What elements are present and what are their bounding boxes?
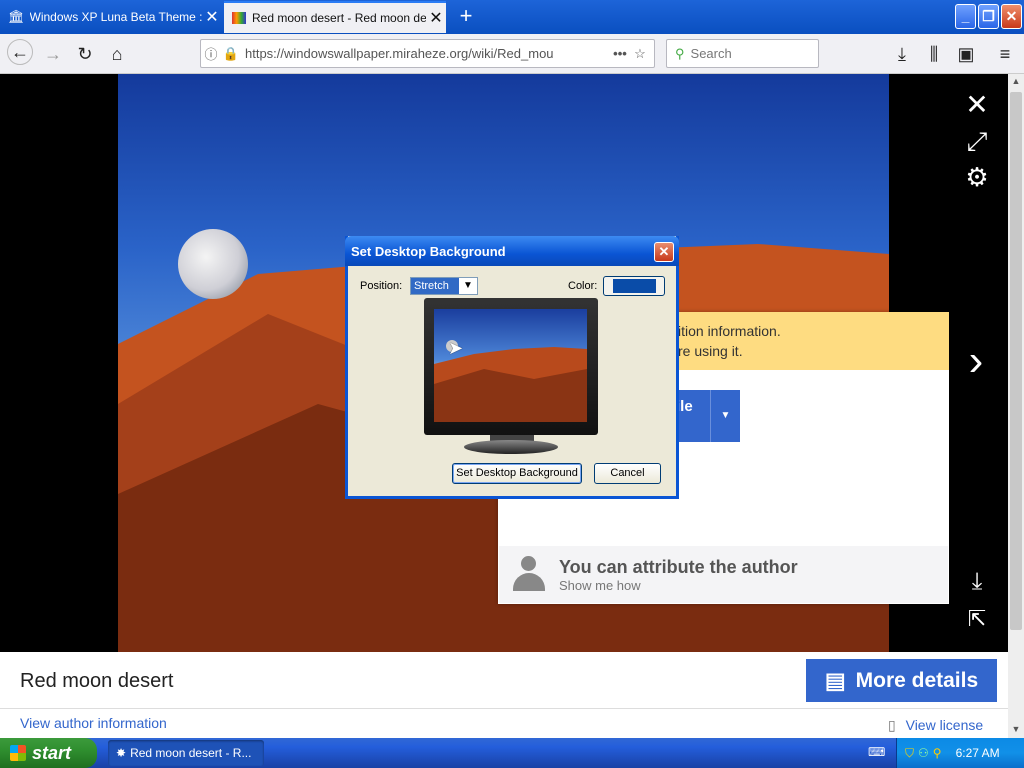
mouse-cursor-icon: ➤ bbox=[448, 338, 464, 358]
share-icon[interactable]: ⇱ bbox=[962, 606, 992, 632]
start-label: start bbox=[32, 742, 72, 763]
network-icon[interactable]: ⚇ bbox=[918, 746, 929, 760]
taskbar-window-button[interactable]: ✸ Red moon desert - R... bbox=[108, 740, 264, 766]
color-swatch bbox=[613, 279, 656, 293]
search-box[interactable]: ⚲ Search bbox=[666, 39, 819, 68]
start-button[interactable]: start bbox=[0, 738, 97, 768]
museum-icon: 🏛 bbox=[8, 9, 25, 24]
tab-label: Red moon desert - Red moon dese bbox=[252, 11, 426, 25]
license-label: View license bbox=[905, 717, 984, 733]
windows-logo-icon bbox=[10, 745, 26, 761]
document-icon: ▤ bbox=[824, 667, 846, 693]
home-icon[interactable]: ⌂ bbox=[104, 42, 130, 66]
more-details-button[interactable]: ▤ More details bbox=[806, 659, 997, 702]
fullscreen-icon[interactable]: ⤢ bbox=[962, 126, 992, 158]
lock-icon: 🔒 bbox=[222, 45, 240, 61]
cancel-button[interactable]: Cancel bbox=[594, 463, 661, 484]
monitor-base bbox=[464, 440, 558, 454]
scrollbar-thumb[interactable] bbox=[1010, 92, 1022, 630]
search-icon: ⚲ bbox=[675, 45, 685, 61]
menu-icon[interactable]: ≡ bbox=[992, 42, 1018, 66]
new-tab-icon[interactable]: + bbox=[454, 4, 478, 28]
close-viewer-icon[interactable]: ✕ bbox=[962, 88, 992, 121]
taskbar-window-label: Red moon desert - R... bbox=[130, 746, 252, 760]
dialog-title: Set Desktop Background bbox=[345, 236, 679, 266]
clock: 6:27 AM bbox=[955, 746, 1000, 760]
restore-button[interactable]: ❐ bbox=[978, 4, 999, 29]
preview-screen bbox=[434, 309, 587, 422]
bookmark-star-icon[interactable]: ☆ bbox=[630, 46, 650, 62]
tab-xp-luna[interactable]: 🏛 Windows XP Luna Beta Theme : M ✕ bbox=[0, 1, 222, 33]
tab-red-moon-desert[interactable]: Red moon desert - Red moon dese ✕ bbox=[224, 1, 446, 33]
attribution-title: You can attribute the author bbox=[559, 557, 798, 577]
close-icon[interactable]: ✕ bbox=[426, 8, 446, 28]
url-text[interactable]: https://windowswallpaper.miraheze.org/wi… bbox=[241, 46, 610, 61]
position-label: Position: bbox=[360, 280, 403, 292]
gear-icon[interactable]: ⚙ bbox=[962, 162, 992, 193]
scroll-down-icon[interactable]: ▼ bbox=[1010, 724, 1022, 734]
forward-icon[interactable]: → bbox=[40, 42, 66, 66]
reload-icon[interactable]: ↻ bbox=[72, 42, 98, 66]
download-icon[interactable]: ⤓ bbox=[889, 42, 915, 66]
back-icon[interactable]: ← bbox=[7, 39, 33, 65]
search-icon[interactable]: ⚲ bbox=[933, 746, 942, 760]
favicon-icon bbox=[232, 12, 246, 24]
keyboard-icon[interactable]: ⌨ bbox=[868, 745, 885, 759]
tab-label: Windows XP Luna Beta Theme : M bbox=[29, 10, 202, 24]
color-label: Color: bbox=[568, 280, 598, 292]
scroll-up-icon[interactable]: ▲ bbox=[1010, 76, 1022, 86]
license-link[interactable]: ▯ View license bbox=[888, 717, 983, 734]
divider bbox=[0, 708, 1008, 709]
notice-line: ition information. bbox=[678, 323, 781, 339]
dialog-close-button[interactable]: ✕ bbox=[654, 242, 674, 262]
library-icon[interactable]: ⫼ bbox=[921, 42, 947, 66]
author-link[interactable]: View author information bbox=[20, 715, 167, 731]
image-title: Red moon desert bbox=[20, 670, 174, 692]
info-icon[interactable]: ⓘ bbox=[201, 44, 221, 63]
system-tray: ⛉ ⚇ ⚲ 6:27 AM bbox=[896, 738, 1024, 768]
close-icon[interactable]: ✕ bbox=[202, 7, 222, 27]
license-icon: ▯ bbox=[888, 717, 896, 733]
next-image-icon[interactable]: › bbox=[958, 336, 994, 386]
person-icon bbox=[512, 555, 546, 593]
minimize-button[interactable]: _ bbox=[955, 4, 976, 29]
more-details-label: More details bbox=[855, 668, 979, 692]
shield-icon[interactable]: ⛉ bbox=[905, 746, 914, 761]
download-icon[interactable]: ⤓ bbox=[962, 568, 992, 596]
attribution-link[interactable]: Show me how bbox=[559, 578, 641, 593]
notice-line: re using it. bbox=[678, 343, 743, 359]
download-options-dropdown[interactable]: ▼ bbox=[710, 390, 740, 442]
window-close-button[interactable]: ✕ bbox=[1001, 4, 1022, 29]
page-actions-icon[interactable]: ••• bbox=[610, 46, 630, 61]
search-placeholder: Search bbox=[690, 46, 732, 61]
url-bar[interactable]: ⓘ 🔒 https://windowswallpaper.miraheze.or… bbox=[200, 39, 655, 68]
firefox-icon: ✸ bbox=[116, 746, 127, 760]
chevron-down-icon[interactable]: ▼ bbox=[459, 278, 477, 294]
position-value: Stretch bbox=[414, 280, 449, 292]
set-desktop-background-button[interactable]: Set Desktop Background bbox=[452, 463, 582, 484]
sidebar-icon[interactable]: ▣ bbox=[953, 42, 979, 66]
moon bbox=[178, 229, 248, 299]
